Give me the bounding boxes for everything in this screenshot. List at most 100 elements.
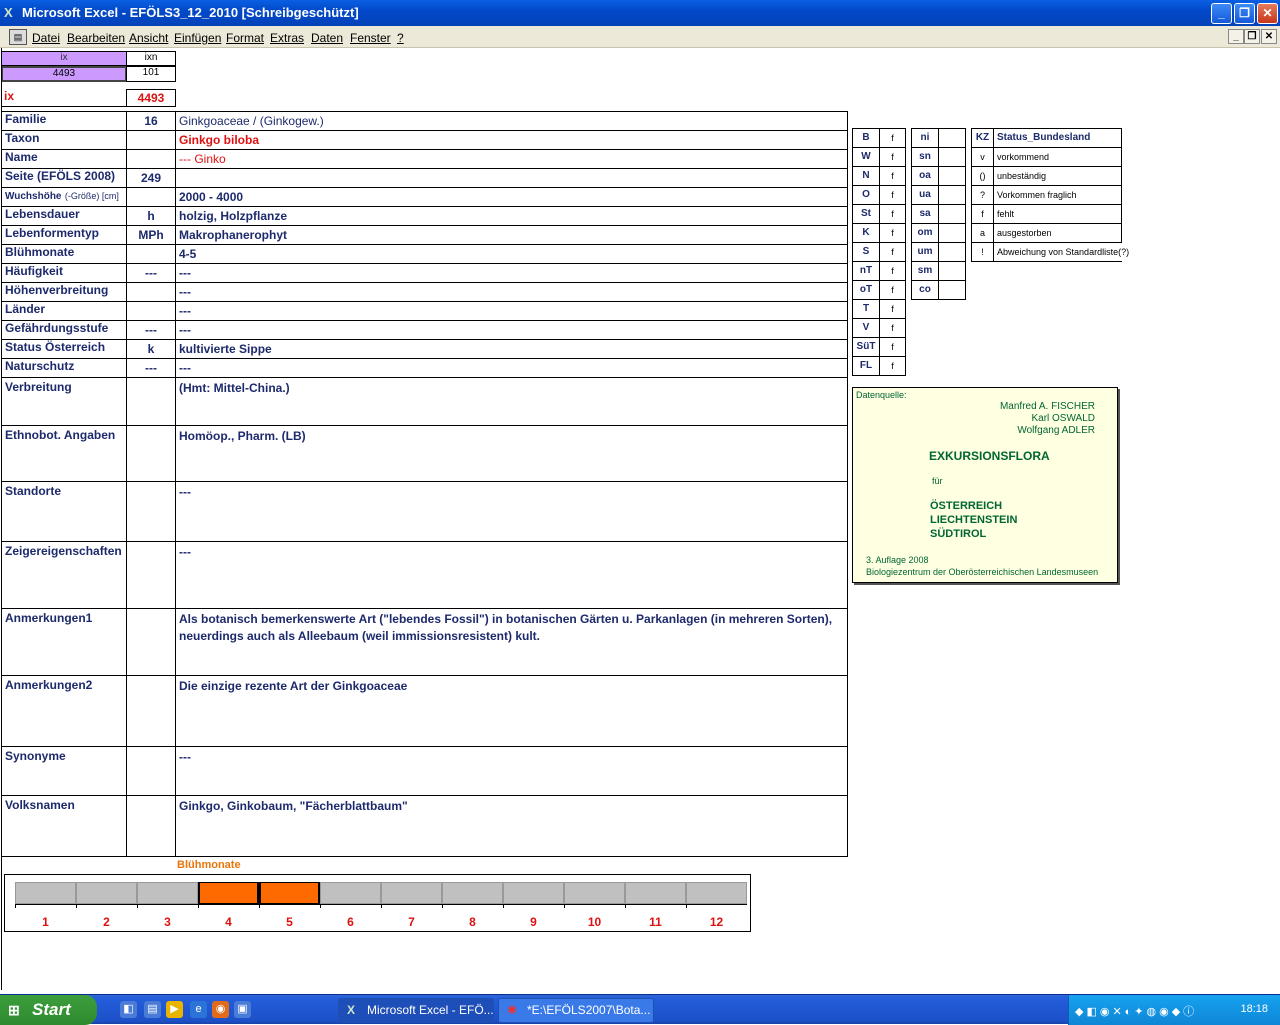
row-label[interactable]: Blühmonate <box>1 244 127 264</box>
section-code[interactable] <box>126 608 176 676</box>
row-code[interactable]: --- <box>126 263 176 283</box>
row-value[interactable]: --- <box>175 320 848 340</box>
subregion-code[interactable]: om <box>911 223 939 243</box>
section-label[interactable]: Anmerkungen1 <box>1 608 127 676</box>
region-code[interactable]: O <box>852 185 880 205</box>
subregion-code[interactable]: sa <box>911 204 939 224</box>
subregion-code[interactable]: um <box>911 242 939 262</box>
desktop-icon[interactable]: ◧ <box>120 1001 137 1018</box>
row-value[interactable]: Ginkgoaceae / (Ginkogew.) <box>175 111 848 131</box>
section-value[interactable]: Die einzige rezente Art der Ginkgoaceae <box>175 675 848 747</box>
row-value[interactable]: Makrophanerophyt <box>175 225 848 245</box>
app-quicklaunch-icon[interactable]: ▣ <box>234 1001 251 1018</box>
ix-value-cell[interactable]: 4493 <box>1 66 127 82</box>
section-code[interactable] <box>126 425 176 482</box>
region-status[interactable]: f <box>879 261 906 281</box>
section-label[interactable]: Zeigereigenschaften <box>1 541 127 609</box>
region-code[interactable]: B <box>852 128 880 148</box>
region-status[interactable]: f <box>879 242 906 262</box>
subregion-status[interactable] <box>938 280 966 300</box>
row-label[interactable]: Taxon <box>1 130 127 150</box>
row-value[interactable]: 4-5 <box>175 244 848 264</box>
region-code[interactable]: W <box>852 147 880 167</box>
row-code[interactable]: k <box>126 339 176 359</box>
region-code[interactable]: N <box>852 166 880 186</box>
row-code[interactable] <box>126 130 176 150</box>
subregion-status[interactable] <box>938 166 966 186</box>
worksheet[interactable]: ix ixn 4493 101 ix 4493 Familie 16 Ginkgoa… <box>0 48 1280 990</box>
row-label[interactable]: Häufigkeit <box>1 263 127 283</box>
subregion-status[interactable] <box>938 185 966 205</box>
section-code[interactable] <box>126 481 176 542</box>
region-code[interactable]: St <box>852 204 880 224</box>
region-code[interactable]: nT <box>852 261 880 281</box>
menu-format[interactable]: Format <box>226 31 264 45</box>
row-value[interactable] <box>175 168 848 188</box>
region-status[interactable]: f <box>879 299 906 319</box>
subregion-code[interactable]: oa <box>911 166 939 186</box>
taskbar-editor[interactable]: ✱ *E:\EFÖLS2007\Bota... <box>498 998 654 1023</box>
region-status[interactable]: f <box>879 280 906 300</box>
section-value[interactable]: Ginkgo, Ginkobaum, "Fächerblattbaum" <box>175 795 848 857</box>
region-code[interactable]: K <box>852 223 880 243</box>
region-status[interactable]: f <box>879 185 906 205</box>
internet-explorer-icon[interactable]: e <box>190 1001 207 1018</box>
row-label[interactable]: Seite (EFÖLS 2008) <box>1 168 127 188</box>
row-code[interactable]: 16 <box>126 111 176 131</box>
row-value[interactable]: --- <box>175 282 848 302</box>
section-label[interactable]: Anmerkungen2 <box>1 675 127 747</box>
row-code[interactable] <box>126 149 176 169</box>
row-code[interactable]: 249 <box>126 168 176 188</box>
workbook-icon[interactable]: ▤ <box>9 29 27 45</box>
region-status[interactable]: f <box>879 356 906 376</box>
row-value[interactable]: holzig, Holzpflanze <box>175 206 848 226</box>
mdi-minimize-button[interactable]: _ <box>1228 29 1244 44</box>
media-player-icon[interactable]: ▶ <box>166 1001 183 1018</box>
region-status[interactable]: f <box>879 147 906 167</box>
row-label[interactable]: Name <box>1 149 127 169</box>
taskbar-excel[interactable]: X Microsoft Excel - EFÖ... <box>338 998 494 1023</box>
section-value[interactable]: Als botanisch bemerkenswerte Art ("leben… <box>175 608 848 676</box>
section-code[interactable] <box>126 746 176 796</box>
menu-datei[interactable]: Datei <box>32 31 60 45</box>
mdi-close-button[interactable]: ✕ <box>1261 29 1277 44</box>
row-value[interactable]: --- <box>175 301 848 321</box>
row-label[interactable]: Lebenformentyp <box>1 225 127 245</box>
menu-daten[interactable]: Daten <box>311 31 343 45</box>
region-code[interactable]: S <box>852 242 880 262</box>
row-label[interactable]: Höhenverbreitung <box>1 282 127 302</box>
section-code[interactable] <box>126 675 176 747</box>
row-label[interactable]: Familie <box>1 111 127 131</box>
region-status[interactable]: f <box>879 318 906 338</box>
ixn-value-cell[interactable]: 101 <box>126 66 176 82</box>
subregion-status[interactable] <box>938 242 966 262</box>
row-code[interactable]: MPh <box>126 225 176 245</box>
subregion-status[interactable] <box>938 204 966 224</box>
section-value[interactable]: --- <box>175 541 848 609</box>
subregion-status[interactable] <box>938 223 966 243</box>
row-code[interactable] <box>126 187 176 207</box>
section-value[interactable]: Homöop., Pharm. (LB) <box>175 425 848 482</box>
row-label[interactable]: Gefährdungsstufe <box>1 320 127 340</box>
subregion-status[interactable] <box>938 147 966 167</box>
section-value[interactable]: --- <box>175 481 848 542</box>
excel-icon[interactable]: X <box>4 5 19 20</box>
menu-help[interactable]: ? <box>397 31 404 45</box>
region-status[interactable]: f <box>879 204 906 224</box>
row-code[interactable]: --- <box>126 320 176 340</box>
explorer-icon[interactable]: ▤ <box>144 1001 161 1018</box>
row-value[interactable]: --- <box>175 358 848 378</box>
section-code[interactable] <box>126 795 176 857</box>
subregion-code[interactable]: ni <box>911 128 939 148</box>
subregion-code[interactable]: sm <box>911 261 939 281</box>
menu-ansicht[interactable]: Ansicht <box>129 31 168 45</box>
section-label[interactable]: Ethnobot. Angaben <box>1 425 127 482</box>
row-code[interactable]: --- <box>126 358 176 378</box>
row-value[interactable]: kultivierte Sippe <box>175 339 848 359</box>
region-code[interactable]: V <box>852 318 880 338</box>
region-code[interactable]: SüT <box>852 337 880 357</box>
mdi-restore-button[interactable]: ❐ <box>1244 29 1260 44</box>
row-code[interactable] <box>126 244 176 264</box>
row-code[interactable] <box>126 301 176 321</box>
row-label[interactable]: Lebensdauer <box>1 206 127 226</box>
